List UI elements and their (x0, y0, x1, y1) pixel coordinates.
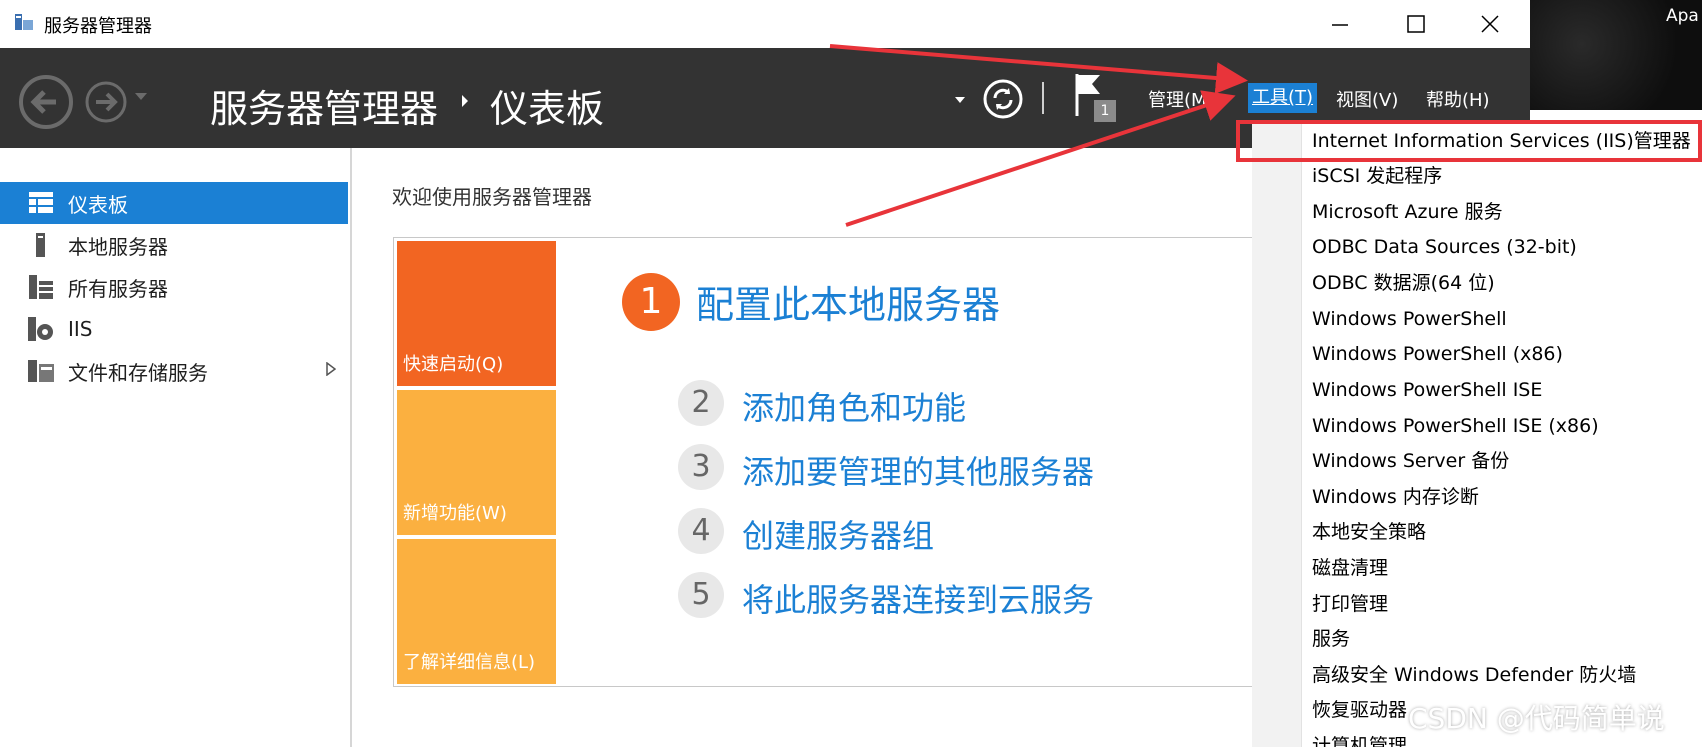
breadcrumb-root[interactable]: 服务器管理器 (210, 78, 438, 133)
sidebar-item-file-storage[interactable]: 文件和存储服务 (0, 350, 348, 392)
watermark: CSDN @代码简单说 (1408, 702, 1665, 735)
tile-new-features[interactable]: 新增功能(W) (397, 390, 556, 535)
welcome-heading: 欢迎使用服务器管理器 (392, 185, 592, 209)
menu-item-powershell-ise[interactable]: Windows PowerShell ISE (1312, 375, 1542, 405)
servers-icon (26, 274, 56, 300)
tile-learn-more[interactable]: 了解详细信息(L) (397, 539, 556, 684)
menu-item-memory-diagnostic[interactable]: Windows 内存诊断 (1312, 482, 1479, 512)
storage-icon (26, 358, 56, 384)
menu-item-local-security-policy[interactable]: 本地安全策略 (1312, 517, 1426, 547)
menu-item-powershell-ise-x86[interactable]: Windows PowerShell ISE (x86) (1312, 411, 1599, 441)
step-link-connect-cloud[interactable]: 将此服务器连接到云服务 (742, 575, 1094, 621)
minimize-icon (1332, 24, 1348, 26)
menu-item-print-management[interactable]: 打印管理 (1312, 589, 1388, 619)
menu-item-powershell-x86[interactable]: Windows PowerShell (x86) (1312, 339, 1563, 369)
server-icon (26, 232, 56, 258)
iis-icon (26, 316, 56, 342)
tile-label: 了解详细信息(L) (403, 652, 536, 673)
menu-item-recovery-drive[interactable]: 恢复驱动器 (1312, 695, 1407, 725)
menu-item-odbc-64[interactable]: ODBC 数据源(64 位) (1312, 268, 1495, 298)
step-link-add-servers[interactable]: 添加要管理的其他服务器 (742, 447, 1094, 493)
background-window-text: Apa (1666, 6, 1699, 26)
menu-help[interactable]: 帮助(H) (1426, 86, 1490, 112)
step-number-badge: 1 (622, 273, 680, 331)
expand-arrow-icon[interactable] (326, 362, 336, 376)
title-bar: 服务器管理器 (0, 0, 1530, 48)
forward-arrow-icon[interactable] (84, 80, 128, 124)
sidebar-item-label: IIS (68, 317, 93, 341)
sidebar-item-local-server[interactable]: 本地服务器 (0, 224, 348, 266)
sidebar: 仪表板 本地服务器 所有服务器 IIS 文件和存储服务 (0, 148, 350, 747)
tile-quick-start[interactable]: 快速启动(Q) (397, 241, 556, 386)
menu-item-azure[interactable]: Microsoft Azure 服务 (1312, 197, 1503, 227)
menu-tools[interactable]: 工具(T) (1248, 83, 1318, 113)
sidebar-item-dashboard[interactable]: 仪表板 (0, 182, 348, 224)
menu-item-computer-management[interactable]: 计算机管理 (1312, 731, 1407, 747)
sidebar-item-label: 文件和存储服务 (68, 360, 208, 385)
menu-item-odbc-32[interactable]: ODBC Data Sources (32-bit) (1312, 232, 1577, 262)
sidebar-item-label: 本地服务器 (68, 234, 168, 259)
menu-item-powershell[interactable]: Windows PowerShell (1312, 304, 1507, 334)
menu-item-disk-cleanup[interactable]: 磁盘清理 (1312, 553, 1388, 583)
sidebar-item-label: 所有服务器 (68, 276, 168, 301)
breadcrumb-separator-icon (462, 95, 468, 107)
server-manager-window: { "window": { "title": "服务器管理器", "corner… (0, 0, 1702, 747)
maximize-button[interactable] (1378, 0, 1454, 48)
menu-item-server-backup[interactable]: Windows Server 备份 (1312, 446, 1509, 476)
refresh-icon[interactable] (982, 78, 1024, 120)
sidebar-divider (350, 148, 352, 747)
tile-label: 新增功能(W) (403, 503, 507, 524)
step-link-configure-local-server[interactable]: 配置此本地服务器 (696, 274, 1000, 329)
close-icon (1481, 15, 1499, 33)
window-title: 服务器管理器 (44, 16, 152, 37)
dashboard-icon (26, 190, 56, 216)
menu-view[interactable]: 视图(V) (1336, 86, 1398, 112)
step-number-badge: 2 (678, 380, 724, 426)
header-divider (1042, 82, 1044, 114)
dropdown-icon-gutter (1252, 124, 1302, 747)
breadcrumb-current: 仪表板 (490, 87, 605, 131)
history-dropdown-icon[interactable] (134, 92, 148, 102)
notification-count-badge: 1 (1094, 100, 1116, 122)
sidebar-item-label: 仪表板 (68, 192, 128, 217)
menu-item-iscsi[interactable]: iSCSI 发起程序 (1312, 161, 1442, 191)
header-dropdown-icon[interactable] (954, 96, 966, 104)
close-button[interactable] (1452, 0, 1528, 48)
minimize-button[interactable] (1302, 0, 1378, 48)
step-link-add-roles[interactable]: 添加角色和功能 (742, 383, 966, 429)
server-manager-icon (15, 14, 33, 30)
sidebar-item-all-servers[interactable]: 所有服务器 (0, 266, 348, 308)
step-number-badge: 4 (678, 508, 724, 554)
step-number-badge: 5 (678, 572, 724, 618)
back-arrow-icon[interactable] (18, 74, 74, 130)
tile-label: 快速启动(Q) (403, 354, 504, 375)
step-number-badge: 3 (678, 444, 724, 490)
menu-item-defender-firewall[interactable]: 高级安全 Windows Defender 防火墙 (1312, 660, 1636, 690)
step-link-create-server-group[interactable]: 创建服务器组 (742, 511, 934, 557)
menu-item-services[interactable]: 服务 (1312, 624, 1350, 654)
annotation-highlight-box (1236, 120, 1702, 162)
menu-manage[interactable]: 管理(M) (1148, 86, 1214, 112)
maximize-icon (1407, 15, 1425, 33)
sidebar-item-iis[interactable]: IIS (0, 308, 348, 350)
